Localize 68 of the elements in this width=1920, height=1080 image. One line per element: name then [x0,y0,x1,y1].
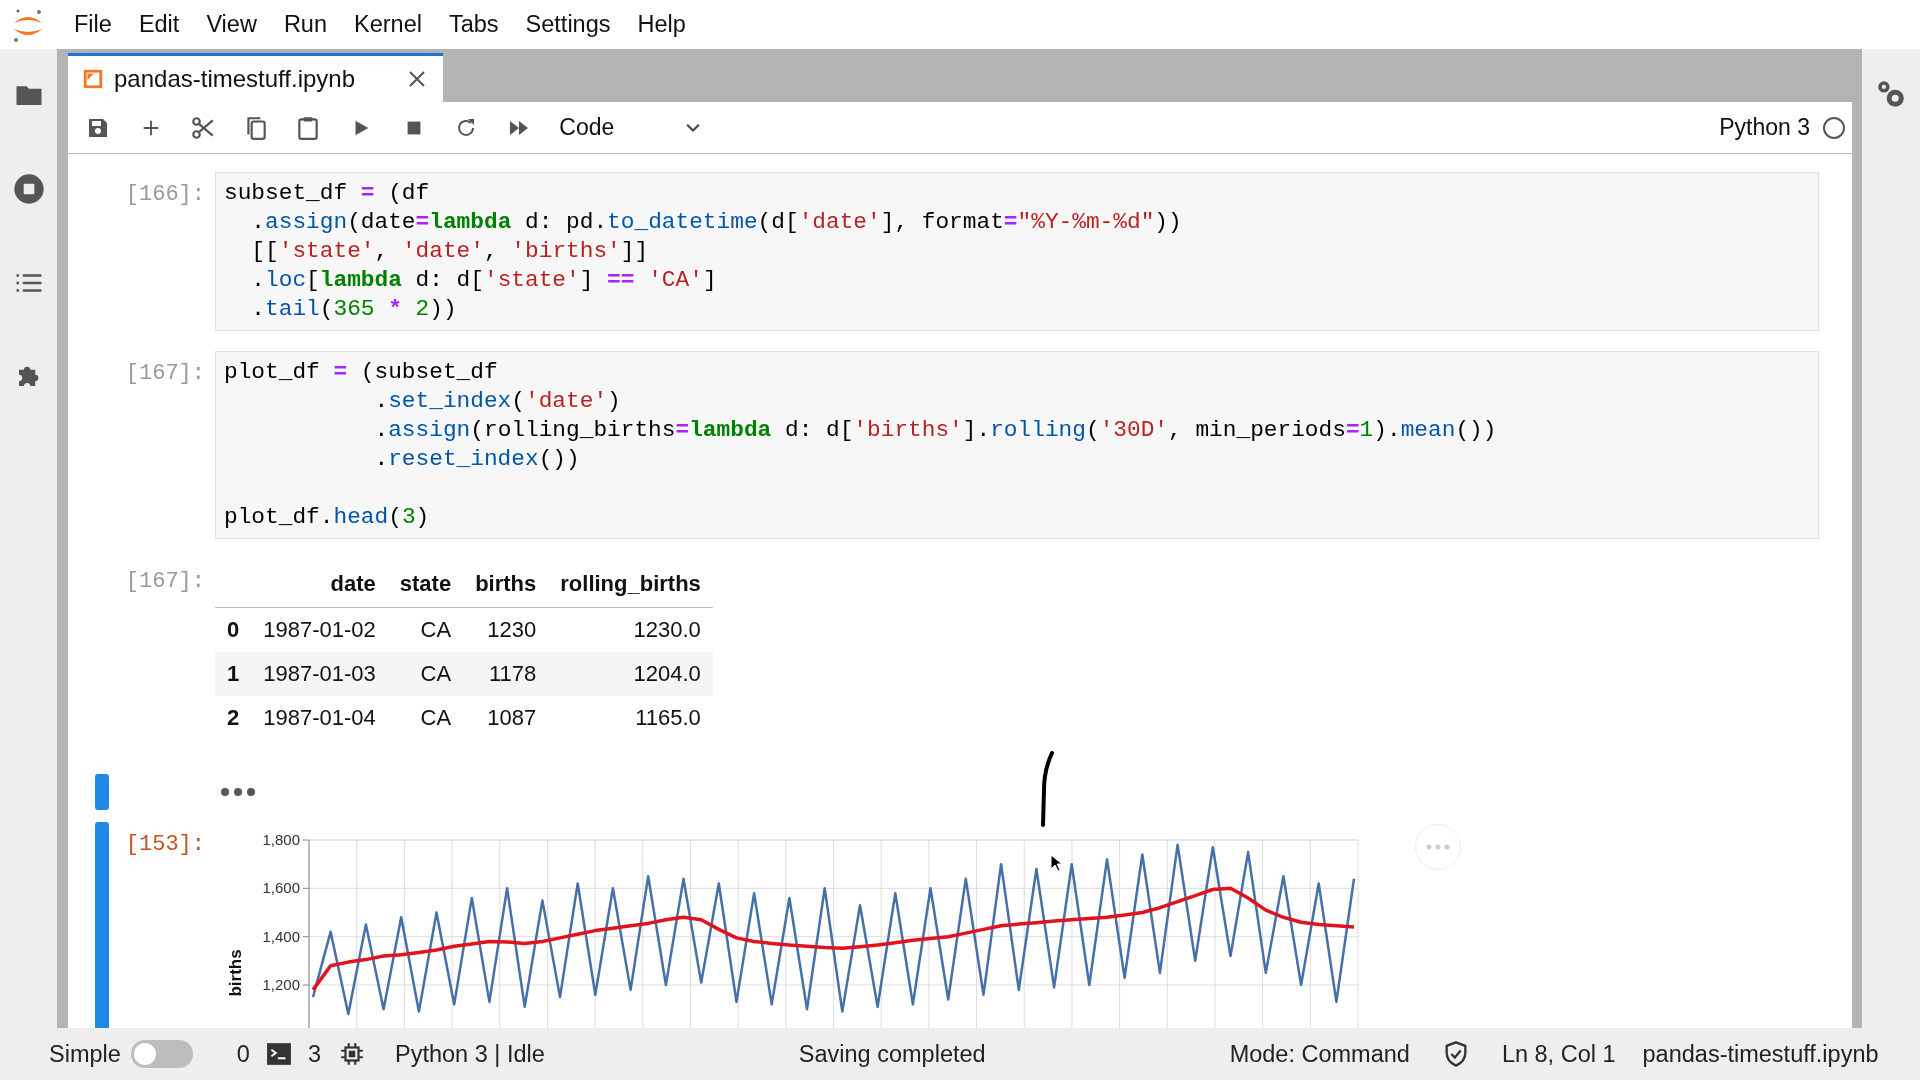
y-tick-label: 1,200 [262,976,300,993]
table-cell: 1230.0 [548,607,713,652]
cursor-position[interactable]: Ln 8, Col 1 [1501,1040,1616,1068]
y-tick-label: 1,600 [262,879,300,897]
mouse-pointer-icon [1050,854,1062,872]
table-header: rolling_births [548,561,713,608]
code-line: .assign(rolling_births=lambda d: d['births'].rolling('30D', min_periods=1).mean()) [373,416,1498,445]
table-cell: CA [387,696,464,740]
file-name: pandas-timestuff.ipynb [1642,1040,1879,1068]
table-cell: 1987-01-03 [251,652,388,696]
menu-item[interactable]: Kernel [354,11,422,38]
menu-item[interactable]: Run [283,11,327,38]
menu-item[interactable]: Tabs [448,11,499,38]
mode-label: Simple [49,1040,121,1068]
table-cell: 1178 [463,652,549,696]
cell-type-dropdown[interactable]: Code [559,114,710,141]
y-tick-label: 1,800 [262,831,300,848]
code-line: plot_df = (subset_df [224,358,499,387]
code-line: plot_df.head(3) [224,503,431,532]
code-line: .reset_index()) [373,445,581,474]
cell-prompt: [153]: [124,831,206,857]
kernel-status[interactable]: Python 3 | Idle [395,1040,545,1068]
y-axis-label: births [226,949,245,997]
status-message: Saving completed [798,1040,986,1068]
notebook-tab[interactable]: pandas-timestuff.ipynb [68,53,443,102]
chip-icon[interactable] [339,1041,365,1067]
table-header: state [387,561,464,608]
tab-title: pandas-timestuff.ipynb [114,65,357,93]
table-cell: 1165.0 [548,696,713,740]
code-cell[interactable]: plot_df = (subset_df .set_index('date') .assign(rolling_births=lambda d: d['births'].rolling('30D', min_periods=1).mean()) .reset_index()) plot_df.head(3) [215,351,1819,539]
code-line: .loc[lambda d: d['state'] == 'CA'] [250,266,718,295]
kernel-count[interactable]: 3 [307,1040,321,1068]
menu-item[interactable]: Edit [138,11,180,38]
table-header: date [251,561,388,608]
row-index: 1 [215,652,252,696]
menu-item[interactable]: View [206,11,257,38]
code-line: subset_df = (df [224,179,431,208]
code-line: .tail(365 * 2)) [250,295,458,324]
table-cell: CA [387,607,464,652]
ellipsis-icon [220,787,256,797]
y-tick-label: 1,400 [262,927,300,945]
cell-prompt: [167]: [124,360,206,386]
terminal-count[interactable]: 0 [236,1040,250,1068]
editor-mode: Mode: Command [1229,1040,1410,1068]
notebook-icon [82,68,104,90]
table-cell: 1204.0 [548,652,713,696]
table-cell: 1087 [463,696,549,740]
row-index: 0 [215,607,252,652]
table-cell: CA [387,652,464,696]
cell-prompt: [167]: [124,568,206,594]
code-line: .set_index('date') [373,387,622,416]
kernel-name[interactable]: Python 3 [1719,114,1810,141]
table-cell: 1230 [463,607,549,652]
table-cell: 1987-01-02 [251,607,388,652]
menu-item[interactable]: File [74,11,112,38]
code-cell[interactable]: subset_df = (df .assign(date=lambda d: pd.to_datetime(d['date'], format="%Y-%m-%d")) [['state', 'date', 'births']] .loc[lambda d: d['state'] == 'CA'] .tail(365 * 2)) [215,172,1819,331]
code-line: [['state', 'date', 'births']] [250,237,650,266]
table-cell: 1987-01-04 [251,696,388,740]
ellipsis-icon [1426,844,1450,850]
code-line: .assign(date=lambda d: pd.to_datetime(d['date'], format="%Y-%m-%d")) [250,208,1183,237]
stop-circle-icon[interactable] [12,173,45,205]
cell-prompt: [166]: [124,181,206,207]
simple-mode-toggle[interactable] [130,1040,193,1068]
menu-item[interactable]: Help [637,11,686,38]
table-header: births [463,561,549,608]
row-index: 2 [215,696,252,740]
menu-item[interactable]: Settings [525,11,611,38]
terminal-icon[interactable] [265,1041,292,1067]
